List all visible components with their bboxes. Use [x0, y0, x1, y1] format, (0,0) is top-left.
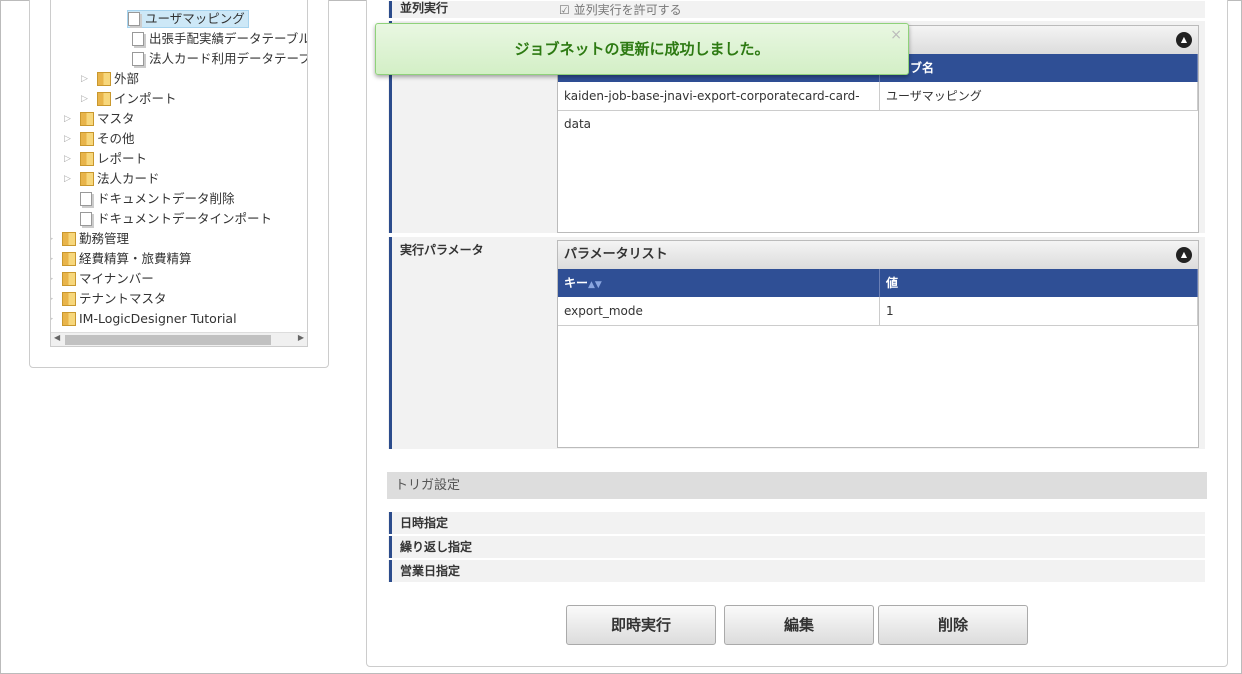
- col-key[interactable]: キー▲▼: [558, 269, 880, 297]
- folder-icon: [80, 132, 94, 146]
- tree-item-label: IM-LogicDesigner Tutorial: [79, 311, 237, 326]
- tree-item[interactable]: ▷ 勤務管理: [51, 230, 130, 248]
- expand-icon[interactable]: ▷: [51, 270, 56, 288]
- params-label: 実行パラメータ: [389, 237, 549, 449]
- expand-icon[interactable]: ▷: [64, 110, 74, 128]
- expand-icon[interactable]: ▷: [81, 90, 91, 108]
- tree-item-label: レポート: [97, 151, 148, 166]
- toast-message: ジョブネットの更新に成功しました。: [514, 40, 770, 58]
- tree-item-label: 外部: [114, 71, 140, 86]
- trigger-business-day: 営業日指定: [389, 560, 549, 582]
- folder-icon: [80, 112, 94, 126]
- tree-item[interactable]: ▷ 法人カード: [64, 170, 160, 188]
- tree-item[interactable]: ▷ 外部: [81, 70, 139, 88]
- tree-item[interactable]: ▷ レポート: [64, 150, 147, 168]
- trigger-repeat: 繰り返し指定: [389, 536, 549, 558]
- tree-item-label: ドキュメントデータ削除: [97, 191, 235, 206]
- param-key-cell: export_mode: [558, 297, 880, 325]
- tree-item-label: 出張手配実績データテーブル: [149, 31, 308, 46]
- folder-icon: [62, 232, 76, 246]
- document-icon: [128, 12, 140, 26]
- job-id-cell: kaiden-job-base-jnavi-export-corporateca…: [558, 82, 880, 131]
- trigger-datetime: 日時指定: [389, 512, 549, 534]
- tree-item[interactable]: ▷ その他: [64, 130, 135, 148]
- document-icon: [80, 212, 92, 226]
- table-row[interactable]: export_mode 1: [558, 297, 1198, 326]
- folder-icon: [80, 152, 94, 166]
- tree-item[interactable]: ▷ マスタ: [64, 110, 135, 128]
- tree-item-label: インポート: [114, 91, 177, 106]
- expand-icon[interactable]: ▷: [64, 150, 74, 168]
- folder-icon: [97, 72, 111, 86]
- expand-icon[interactable]: ▷: [51, 290, 56, 308]
- trigger-section-header: トリガ設定: [387, 472, 1207, 499]
- tree-item[interactable]: ▷ テナントマスタ: [51, 290, 167, 308]
- col-value[interactable]: 値: [880, 269, 1198, 297]
- tree-item[interactable]: ▷ インポート: [81, 90, 177, 108]
- parallel-label: 並列実行: [389, 1, 549, 18]
- tree-item-label: その他: [97, 131, 135, 146]
- tree-item-label: 勤務管理: [79, 231, 130, 246]
- tree-item[interactable]: ▷ IM-LogicDesigner Tutorial: [51, 310, 237, 328]
- tree-item[interactable]: ▷ マイナンバー: [51, 270, 154, 288]
- tree-item-label: ユーザマッピング: [145, 11, 245, 26]
- horizontal-scrollbar[interactable]: ◀ ▶: [51, 332, 307, 346]
- document-icon: [80, 192, 92, 206]
- tree-item[interactable]: ドキュメントデータインポート: [80, 210, 272, 228]
- close-icon[interactable]: ×: [890, 10, 902, 60]
- collapse-icon[interactable]: ▲: [1176, 32, 1192, 48]
- sort-icon[interactable]: ▲▼: [588, 280, 602, 290]
- table-row[interactable]: kaiden-job-base-jnavi-export-corporateca…: [558, 82, 1198, 131]
- tree-item[interactable]: ドキュメントデータ削除: [80, 190, 235, 208]
- folder-icon: [80, 172, 94, 186]
- tree-item-label: テナントマスタ: [79, 291, 167, 306]
- job-tree: ユーザマッピング出張手配実績データテーブル 法人カード利用データテーブル ▷ 外部 ▷ イ…: [50, 0, 308, 347]
- col-key-label: キー: [564, 276, 589, 290]
- delete-button[interactable]: 削除: [878, 605, 1028, 645]
- param-list-title: パラメータリスト: [564, 247, 668, 262]
- document-icon: [132, 32, 144, 46]
- expand-icon[interactable]: ▷: [64, 130, 74, 148]
- tree-item-label: ドキュメントデータインポート: [97, 211, 273, 226]
- folder-icon: [62, 272, 76, 286]
- expand-icon[interactable]: ▷: [51, 310, 56, 328]
- folder-icon: [62, 252, 76, 266]
- job-name-cell: ユーザマッピング: [880, 82, 1198, 110]
- tree-item-label: マスタ: [97, 111, 135, 126]
- tree-item[interactable]: 出張手配実績データテーブル: [132, 30, 308, 48]
- expand-icon[interactable]: ▷: [64, 170, 74, 188]
- expand-icon[interactable]: ▷: [51, 250, 56, 268]
- tree-item-label: 法人カード: [97, 171, 160, 186]
- collapse-icon[interactable]: ▲: [1176, 247, 1192, 263]
- tree-item[interactable]: ユーザマッピング: [127, 10, 249, 28]
- parallel-checkbox[interactable]: ☑ 並列実行を許可する: [559, 1, 682, 18]
- tree-item-label: 法人カード利用データテーブル: [149, 51, 308, 66]
- param-grid: パラメータリスト ▲ キー▲▼ 値 export_mode 1: [557, 240, 1199, 448]
- tree-item-label: 経費精算・旅費精算: [79, 251, 192, 266]
- tree-item[interactable]: ▷ 経費精算・旅費精算: [51, 250, 192, 268]
- expand-icon[interactable]: ▷: [81, 70, 91, 88]
- col-job-name[interactable]: ジョブ名: [880, 54, 1198, 82]
- folder-icon: [62, 312, 76, 326]
- tree-item-label: マイナンバー: [79, 271, 154, 286]
- success-toast: ジョブネットの更新に成功しました。 ×: [375, 23, 909, 75]
- expand-icon[interactable]: ▷: [51, 230, 56, 248]
- param-value-cell: 1: [880, 297, 1198, 325]
- folder-icon: [62, 292, 76, 306]
- run-now-button[interactable]: 即時実行: [566, 605, 716, 645]
- tree-item[interactable]: 法人カード利用データテーブル: [132, 50, 308, 68]
- parallel-checkbox-label: 並列実行を許可する: [573, 3, 682, 17]
- document-icon: [132, 52, 144, 66]
- folder-icon: [97, 92, 111, 106]
- edit-button[interactable]: 編集: [724, 605, 874, 645]
